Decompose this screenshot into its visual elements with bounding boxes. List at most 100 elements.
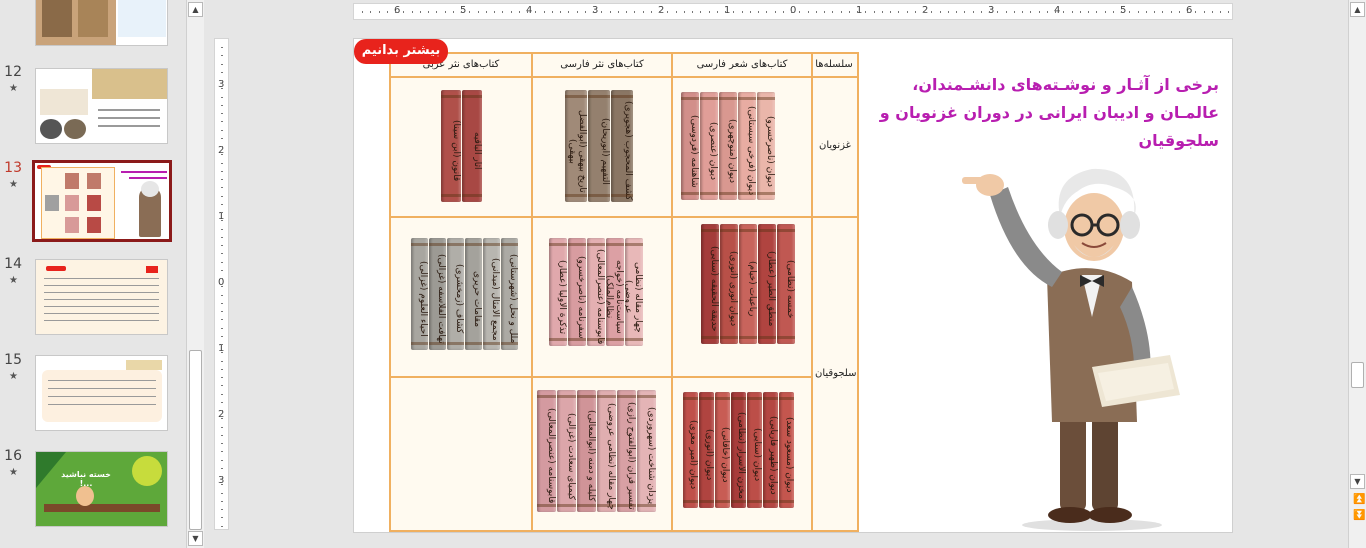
slide-number: 13 bbox=[4, 160, 22, 176]
ruler-tick bbox=[221, 137, 223, 139]
book: دیوان (فرخی سیستانی) bbox=[738, 92, 756, 200]
scroll-down-button[interactable]: ▼ bbox=[188, 531, 203, 546]
ruler-tick bbox=[1104, 11, 1106, 13]
book: دیوان انوری (انوری) bbox=[720, 224, 738, 344]
previous-slide-icon[interactable]: ⏫ bbox=[1353, 494, 1365, 505]
book: دیوان (ظهیر فاریابی) bbox=[763, 392, 778, 508]
ruler-tick bbox=[1038, 11, 1040, 13]
ruler-tick bbox=[221, 294, 223, 296]
ruler-tick bbox=[725, 11, 726, 13]
ruler-tick bbox=[939, 11, 941, 13]
ruler-tick bbox=[221, 368, 223, 370]
ruler-tick bbox=[221, 360, 223, 362]
ruler-tick bbox=[1079, 11, 1081, 13]
ruler-tick bbox=[1112, 11, 1114, 13]
ruler-tick bbox=[568, 11, 570, 13]
ruler-tick bbox=[1088, 11, 1089, 13]
book-stack: شاهنامه (فردوسی) دیوان (عنصری) دیوان (من… bbox=[681, 92, 775, 200]
next-slide-icon[interactable]: ⏬ bbox=[1353, 510, 1365, 521]
book: احیاء العلوم (غزالی) bbox=[411, 238, 428, 350]
ruler-tick bbox=[221, 492, 223, 494]
ruler-tick bbox=[221, 179, 223, 180]
animation-star-icon: ★ bbox=[9, 275, 18, 286]
ruler-tick bbox=[807, 11, 809, 13]
ruler-tick bbox=[362, 11, 363, 13]
slide-thumbnail[interactable] bbox=[35, 0, 168, 46]
ruler-tick bbox=[749, 11, 751, 13]
scrollbar-thumb[interactable] bbox=[189, 350, 202, 530]
ruler-tick bbox=[890, 11, 891, 13]
slide-thumbnail[interactable] bbox=[35, 68, 168, 144]
ruler-tick bbox=[221, 55, 223, 57]
book: سفرنامه (ناصرخسرو) bbox=[568, 238, 586, 346]
ruler-tick bbox=[667, 11, 669, 13]
ruler-tick bbox=[436, 11, 438, 13]
ruler-tick bbox=[485, 11, 487, 13]
ruler-tick bbox=[1030, 11, 1032, 13]
book: رباعیات (خیام) bbox=[739, 224, 757, 344]
ruler-tick bbox=[395, 11, 396, 13]
ruler-tick bbox=[221, 509, 223, 510]
ruler-tick bbox=[824, 11, 825, 13]
ruler-tick bbox=[1170, 11, 1172, 13]
ruler-tick bbox=[518, 11, 520, 13]
scroll-up-button[interactable]: ▲ bbox=[1350, 2, 1365, 17]
ruler-tick bbox=[221, 228, 223, 230]
ruler-tick bbox=[601, 11, 603, 13]
slide-thumbnail[interactable] bbox=[35, 355, 168, 431]
ruler-tick bbox=[403, 11, 405, 13]
book: کشاف (زمخشری) bbox=[447, 238, 464, 350]
ruler-tick bbox=[221, 47, 223, 48]
ruler-tick bbox=[1121, 11, 1122, 13]
ruler-tick bbox=[560, 11, 561, 13]
ruler-tick bbox=[593, 11, 594, 13]
ruler-tick bbox=[221, 220, 223, 222]
scrollbar-thumb[interactable] bbox=[1351, 362, 1364, 388]
thumbnails-scrollbar[interactable]: ▲ ▼ bbox=[186, 0, 204, 548]
book: تهافت الفلاسفه (غزالی) bbox=[429, 238, 446, 350]
ruler-tick bbox=[221, 195, 223, 197]
slide-thumbnail-active[interactable] bbox=[32, 160, 172, 242]
ruler-tick bbox=[832, 11, 834, 13]
ruler-tick bbox=[609, 11, 611, 13]
ruler-tick bbox=[1071, 11, 1073, 13]
ruler-tick bbox=[221, 154, 223, 156]
header-persian-poetry: کتاب‌های شعر فارسی bbox=[696, 59, 788, 70]
book: حدیقة الحقیقه (سنایی) bbox=[701, 224, 719, 344]
learn-more-badge: بیشتر بدانیم bbox=[354, 39, 448, 64]
scroll-up-button[interactable]: ▲ bbox=[188, 2, 203, 17]
ruler-tick bbox=[898, 11, 900, 13]
book-stack: قابوسنامه (عنصرالمعالی) کیمیای سعادت (غز… bbox=[537, 390, 656, 512]
scroll-down-button[interactable]: ▼ bbox=[1350, 474, 1365, 489]
ruler-tick bbox=[1211, 11, 1213, 13]
ruler-tick bbox=[1203, 11, 1205, 13]
ruler-tick bbox=[221, 352, 223, 354]
ruler-tick bbox=[221, 269, 223, 271]
ruler-tick bbox=[221, 63, 223, 65]
ruler-tick bbox=[221, 418, 223, 420]
ruler-tick bbox=[510, 11, 512, 13]
ruler-tick bbox=[1096, 11, 1098, 13]
slide-thumbnail[interactable]: خسته نباشید ...! bbox=[35, 451, 168, 527]
ruler-tick bbox=[221, 344, 223, 345]
editor-scrollbar[interactable]: ▲ ▼ ⏫ ⏬ bbox=[1348, 0, 1366, 548]
slide-canvas[interactable]: بیشتر بدانیم سلسله‌ها کتاب‌های شعر فارسی… bbox=[353, 38, 1233, 533]
ruler-tick bbox=[914, 11, 916, 13]
book: التفهیم (ابوریحان) bbox=[588, 90, 610, 202]
book: تفسیر قرآن (ابوالفتوح رازی) bbox=[617, 390, 636, 512]
ruler-tick bbox=[799, 11, 801, 13]
ruler-tick bbox=[1063, 11, 1065, 13]
book-stack: حدیقة الحقیقه (سنایی) دیوان انوری (انوری… bbox=[701, 224, 795, 344]
table-row-divider bbox=[391, 216, 857, 218]
header-persian-prose: کتاب‌های نثر فارسی bbox=[560, 59, 644, 70]
ruler-tick bbox=[1220, 11, 1221, 13]
ruler-tick bbox=[221, 476, 223, 477]
ruler-tick bbox=[221, 410, 223, 411]
ruler-tick bbox=[411, 11, 413, 13]
slide-title: برخی از آثـار و نوشـته‌های دانشـمندان، ع… bbox=[879, 75, 1219, 150]
ruler-tick bbox=[642, 11, 644, 13]
ruler-tick bbox=[221, 377, 223, 378]
book: مجمع الامثال (میدانی) bbox=[483, 238, 500, 350]
book-stack: قانون (ابن سینا) آثار الباقیه bbox=[441, 90, 482, 202]
slide-thumbnail[interactable] bbox=[35, 259, 168, 335]
